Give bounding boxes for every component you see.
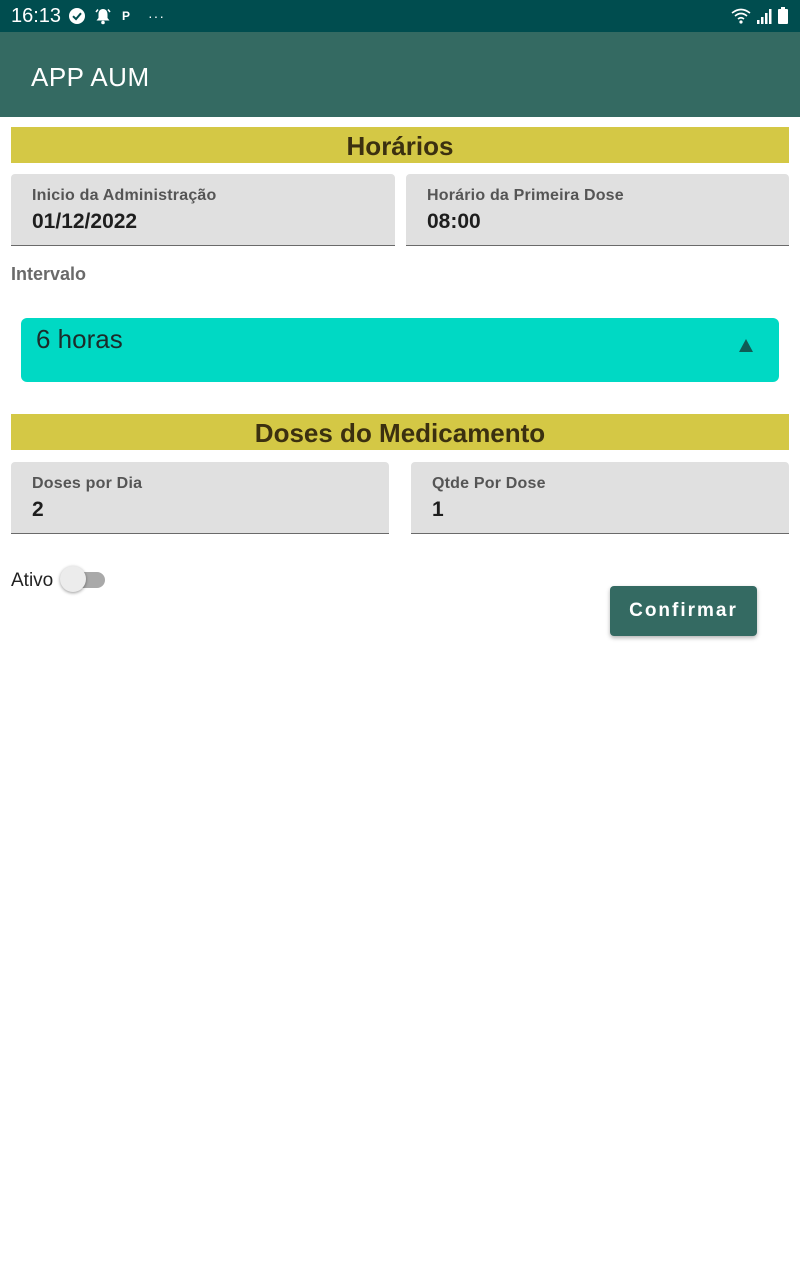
wifi-icon (731, 7, 751, 25)
inicio-administracao-field[interactable]: Inicio da Administração 01/12/2022 (11, 174, 395, 246)
switch-thumb (60, 566, 86, 592)
inicio-administracao-label: Inicio da Administração (32, 187, 217, 204)
inicio-administracao-value: 01/12/2022 (32, 210, 138, 233)
confirmar-button[interactable]: Confirmar (610, 586, 757, 636)
ativo-switch[interactable] (58, 565, 108, 595)
intervalo-label: Intervalo (11, 264, 87, 284)
more-notifications-icon: ··· (148, 8, 165, 24)
signal-icon (756, 7, 772, 25)
doses-por-dia-label: Doses por Dia (32, 475, 143, 492)
status-time: 16:13 (11, 5, 62, 27)
dropdown-arrow-icon (739, 339, 753, 352)
status-bar: 16:13 P ··· (0, 0, 800, 32)
doses-section-header: Doses do Medicamento (11, 414, 789, 450)
app-bar: APP AUM (0, 32, 800, 117)
app-title: APP AUM (31, 62, 150, 92)
check-circle-icon (68, 7, 86, 25)
notification-p-icon: P (122, 9, 131, 23)
battery-icon (777, 7, 789, 25)
horario-primeira-dose-field[interactable]: Horário da Primeira Dose 08:00 (406, 174, 789, 246)
alarm-bell-icon (94, 7, 112, 25)
doses-por-dia-field[interactable]: Doses por Dia 2 (11, 462, 389, 534)
qtde-por-dose-value: 1 (432, 498, 444, 521)
doses-por-dia-value: 2 (32, 498, 44, 521)
intervalo-dropdown[interactable]: 6 horas (21, 318, 779, 382)
horarios-section-header: Horários (11, 127, 789, 163)
qtde-por-dose-field[interactable]: Qtde Por Dose 1 (411, 462, 789, 534)
qtde-por-dose-label: Qtde Por Dose (432, 475, 546, 492)
intervalo-selected-value: 6 horas (36, 324, 123, 354)
horario-primeira-dose-label: Horário da Primeira Dose (427, 187, 624, 204)
ativo-label: Ativo (11, 570, 54, 591)
horario-primeira-dose-value: 08:00 (427, 210, 481, 233)
